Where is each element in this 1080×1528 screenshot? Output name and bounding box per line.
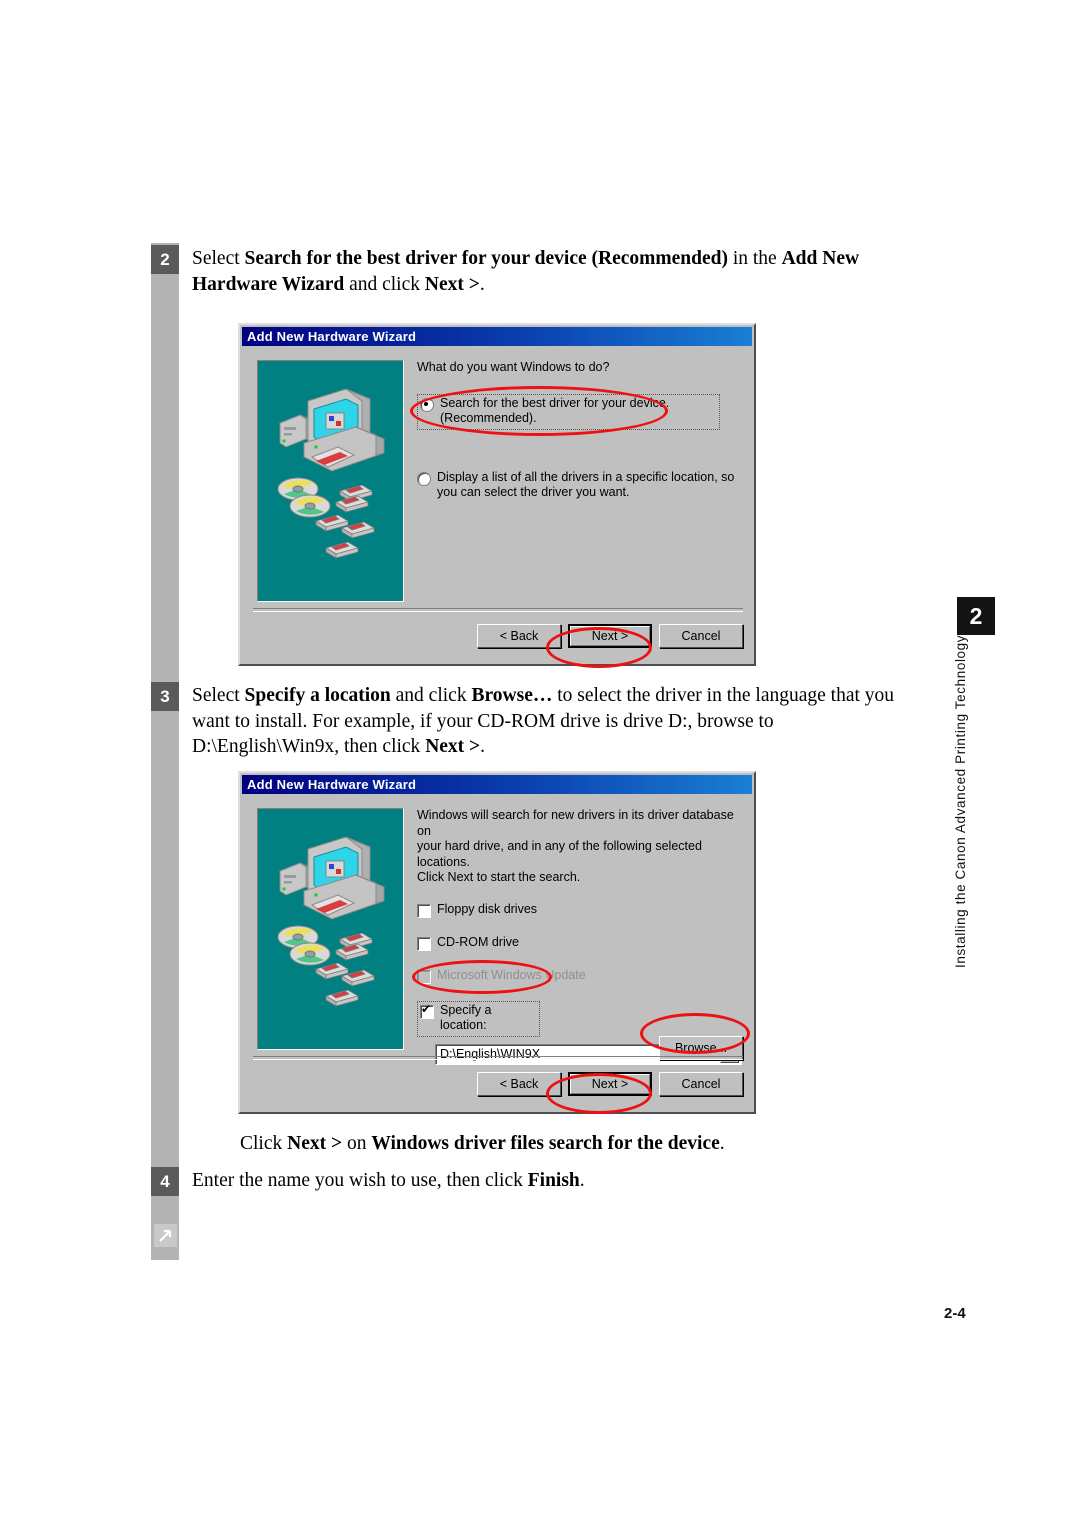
cancel-button-2[interactable]: Cancel [659, 1072, 743, 1096]
intro-line-1: Windows will search for new drivers in i… [417, 808, 734, 838]
next-button-1[interactable]: Next > [568, 624, 652, 648]
cancel-button-1[interactable]: Cancel [659, 624, 743, 648]
label-cd-rom-drive: CD-ROM drive [437, 934, 519, 949]
chapter-tab: 2 [957, 597, 995, 635]
dialog-2-content: Windows will search for new drivers in i… [417, 808, 744, 1065]
mid-note: Click Next > on Windows driver files sea… [240, 1133, 725, 1154]
option-2-line-2: you can select the driver you want. [437, 485, 630, 499]
step-marker-3: 3 [151, 682, 179, 711]
checkbox-specify-a-location[interactable] [420, 1002, 434, 1019]
radio-search-best-driver[interactable] [420, 397, 434, 412]
checkbox-cd-rom-drive[interactable] [417, 936, 431, 951]
label-microsoft-windows-update: Microsoft Windows Update [437, 967, 586, 982]
dialog-1-titlebar: Add New Hardware Wizard [242, 327, 752, 346]
dialog-2-intro: Windows will search for new drivers in i… [417, 808, 744, 886]
checkbox-row-cdrom[interactable]: CD-ROM drive [417, 935, 744, 951]
checkbox-floppy-disk-drives[interactable] [417, 903, 431, 918]
back-button-2[interactable]: < Back [477, 1072, 561, 1096]
intro-line-2: your hard drive, and in any of the follo… [417, 839, 702, 869]
label-specify-a-location: Specify a location: [440, 1002, 492, 1033]
wizard-illustration-1 [257, 360, 404, 602]
step-2-instruction: Select Search for the best driver for yo… [192, 248, 860, 295]
option-1-line-1: Search for the best driver for your devi… [440, 395, 670, 410]
intro-line-3: Click Next to start the search. [417, 870, 581, 884]
back-button-1[interactable]: < Back [477, 624, 561, 648]
dialog-2-button-row: < Back Next > Cancel [240, 1072, 743, 1096]
add-new-hardware-wizard-dialog-1[interactable]: Add New Hardware Wizard What do you want… [238, 323, 756, 666]
step-rail [151, 243, 179, 1260]
step-marker-2: 2 [151, 245, 179, 274]
dialog-1-separator [253, 608, 743, 612]
page-number: 2-4 [944, 1305, 966, 1322]
checkbox-row-floppy[interactable]: Floppy disk drives [417, 902, 744, 918]
next-button-2[interactable]: Next > [568, 1072, 652, 1096]
step-3-instruction: Select Specify a location and click Brow… [192, 685, 895, 757]
option-display-list[interactable]: Display a list of all the drivers in a s… [417, 470, 744, 501]
dialog-1-content: What do you want Windows to do? Search f… [417, 360, 744, 501]
option-2-line-1: Display a list of all the drivers in a s… [437, 469, 735, 484]
checkbox-microsoft-windows-update [417, 969, 431, 984]
radio-display-list[interactable] [417, 471, 431, 486]
checkbox-row-specify-location[interactable]: Specify a location: [417, 1000, 540, 1037]
dialog-2-separator [253, 1056, 743, 1060]
option-1-line-2: (Recommended). [440, 411, 537, 425]
add-new-hardware-wizard-dialog-2[interactable]: Add New Hardware Wizard Windows will sea… [238, 771, 756, 1114]
step-marker-4: 4 [151, 1167, 179, 1196]
dialog-2-titlebar: Add New Hardware Wizard [242, 775, 752, 794]
wizard-illustration-2 [257, 808, 404, 1050]
checkbox-row-windows-update: Microsoft Windows Update [417, 968, 744, 984]
step-4-instruction: Enter the name you wish to use, then cli… [192, 1170, 585, 1191]
label-floppy-disk-drives: Floppy disk drives [437, 901, 538, 916]
chapter-side-label: Installing the Canon Advanced Printing T… [953, 634, 968, 968]
dialog-1-prompt: What do you want Windows to do? [417, 360, 610, 374]
arrow-up-right-icon [154, 1224, 177, 1247]
dialog-1-button-row: < Back Next > Cancel [240, 624, 743, 648]
option-search-best-driver[interactable]: Search for the best driver for your devi… [417, 393, 720, 430]
